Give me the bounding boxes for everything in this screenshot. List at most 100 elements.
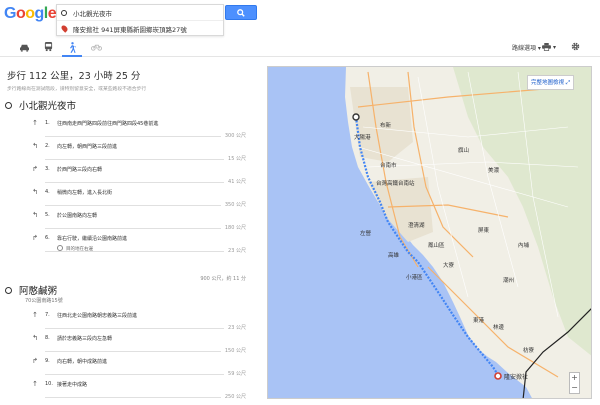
logo-letter: g (34, 5, 45, 22)
step-divider (45, 228, 246, 229)
step-divider (45, 397, 246, 398)
leg-total: 900 公尺，約 11 分 (200, 276, 246, 282)
map-place-label: 林邊 (493, 323, 505, 331)
direction-step[interactable]: ↑ 10. 接著走中成路 250 公尺 (31, 380, 246, 404)
map-view[interactable]: 大陽港 布新 台南市 台灣高鐵台南站 左營 澄清湖 高雄 小港區 鳳山區 大寮 屏東 潮州 東港 林邊 枋寮… (267, 66, 592, 399)
map-place-label: 台南市 (380, 161, 397, 169)
zoom-in-button[interactable]: + (570, 373, 579, 383)
step-divider (45, 159, 246, 160)
turn-arrow-icon: ↰ (32, 211, 38, 219)
route-options-button[interactable]: 路線選項 ▾ (512, 43, 541, 52)
step-distance: 23 公尺 (224, 247, 246, 254)
step-instruction: 向右轉，朝中成路前進 (57, 359, 108, 365)
destination-input[interactable]: 隆安掀社 941屏東縣新園鄉崁頂路27號 (73, 24, 187, 34)
map-place-label: 左營 (360, 229, 372, 237)
search-icon (237, 8, 245, 17)
route-start-marker[interactable] (352, 113, 360, 121)
step-instruction: 往西南走西門路四段前往西門路四段45巷前進 (57, 121, 159, 127)
map-place-label: 枋寮 (523, 346, 535, 354)
step-distance: 300 公尺 (220, 132, 246, 139)
map-place-label: 旗山 (458, 146, 469, 154)
map-canvas[interactable]: 大陽港 布新台南市台灣高鐵台南站左營 澄清湖高雄小港區 鳳山區大寮 屏東潮州東港林邊枋寮… (268, 67, 592, 399)
map-place-label: 東港 (473, 316, 485, 324)
destination-field[interactable]: 隆安掀社 941屏東縣新園鄉崁頂路27號 (57, 20, 223, 36)
origin-input[interactable]: 小北觀光夜市 (73, 8, 112, 18)
transit-icon (44, 42, 52, 52)
turn-arrow-icon: ↱ (32, 357, 38, 365)
turn-arrow-icon: ↰ (32, 142, 38, 150)
print-button[interactable]: ▾ (542, 43, 556, 51)
step-distance: 350 公尺 (220, 201, 246, 208)
step-number: 9. (45, 358, 50, 364)
step-instruction: 稍微向左轉，進入長北街 (57, 190, 113, 196)
logo-letter: o (25, 5, 35, 22)
direction-step[interactable]: ↱ 9. 向右轉，朝中成路前進 59 公尺 (31, 357, 246, 381)
destination-address: 70公園南路15號 (25, 298, 63, 304)
logo-letter: G (4, 5, 16, 22)
zoom-out-button[interactable]: − (570, 383, 579, 393)
step-divider (45, 136, 246, 137)
map-place-label: 小港區 (406, 273, 423, 281)
direction-step[interactable]: ↰ 2. 向左轉，朝西門路三段前進 15 公尺 (31, 142, 246, 166)
direction-step[interactable]: ↱ 3. 於西門路三段向右轉 41 公尺 (31, 165, 246, 189)
step-instruction: 於公園南路向左轉 (57, 213, 98, 219)
map-place-label: 高雄 (388, 251, 400, 259)
bike-mode-button[interactable] (89, 41, 103, 53)
map-place-label: 潮州 (503, 276, 514, 284)
step-instruction: 往西北走公園南路朝忠義路三段前進 (57, 313, 138, 319)
step-divider (45, 205, 246, 206)
print-caret: ▾ (553, 43, 557, 51)
origin-field[interactable]: 小北觀光夜市 (57, 5, 223, 20)
expand-icon: ⤢ (565, 80, 571, 86)
map-place-label: 屏東 (478, 226, 490, 234)
map-place-label: 台灣高鐵台南站 (376, 179, 415, 187)
car-mode-button[interactable] (17, 41, 31, 53)
direction-step[interactable]: ↰ 5. 於公園南路向左轉 180 公尺 (31, 211, 246, 235)
direction-step[interactable]: ↰ 4. 稍微向左轉，進入長北街 350 公尺 (31, 188, 246, 212)
bike-icon (90, 44, 102, 51)
turn-arrow-icon: ↑ (32, 311, 38, 319)
turn-arrow-icon: ↱ (32, 165, 38, 173)
fullscreen-map-button[interactable]: 完整地圖檢視 ⤢ (527, 75, 575, 90)
destination-marker-icon (5, 286, 12, 294)
step-instruction: 靠右行駛，繼續沿公園南路前進 (57, 236, 128, 242)
transit-mode-button[interactable] (41, 41, 55, 53)
direction-step[interactable]: ↱ 6. 靠右行駛，繼續沿公園南路前進 目的地在右邊 23 公尺 (31, 234, 246, 258)
direction-step[interactable]: ↰ 8. 請於忠義路三段向左急轉 150 公尺 (31, 334, 246, 358)
step-distance: 59 公尺 (224, 370, 246, 377)
search-button[interactable] (225, 5, 257, 20)
turn-arrow-icon: ↱ (32, 234, 38, 242)
origin-place-name: 小北觀光夜市 (19, 101, 77, 112)
step-divider (45, 251, 246, 252)
step-distance: 41 公尺 (224, 178, 246, 185)
map-place-label: 大陽港 (354, 133, 371, 141)
map-place-label: 大寮 (443, 261, 455, 269)
step-number: 5. (45, 212, 50, 218)
map-place-label: 澄清湖 (408, 221, 425, 229)
step-instruction: 接著走中成路 (57, 382, 88, 388)
step-number: 4. (45, 189, 50, 195)
direction-step[interactable]: ↑ 1. 往西南走西門路四段前往西門路四段45巷前進 300 公尺 (31, 119, 246, 143)
destination-map-label: 隆安掀社 (504, 373, 528, 381)
step-distance: 250 公尺 (220, 393, 246, 400)
walking-warning: 步行路線尚在測試階段，請特別留意安全，或某些路段不適合步行 (7, 87, 147, 92)
turn-arrow-icon: ↑ (32, 380, 38, 388)
step-number: 8. (45, 335, 50, 341)
origin-place: 小北觀光夜市 (5, 98, 76, 112)
step-number: 2. (45, 143, 50, 149)
step-distance: 23 公尺 (224, 324, 246, 331)
walk-mode-button[interactable] (62, 41, 82, 57)
gear-icon[interactable] (571, 42, 580, 51)
travel-mode-bar (0, 38, 600, 57)
step-instruction: 向左轉，朝西門路三段前進 (57, 144, 118, 150)
step-number: 7. (45, 312, 50, 318)
step-number: 10. (45, 381, 53, 387)
destination-pin-icon (60, 24, 69, 33)
route-end-marker[interactable] (494, 372, 502, 380)
printer-icon (542, 43, 551, 51)
direction-step[interactable]: ↑ 7. 往西北走公園南路朝忠義路三段前進 23 公尺 (31, 311, 246, 335)
step-divider (45, 182, 246, 183)
map-place-label: 鳳山區 (428, 241, 445, 249)
google-logo[interactable]: Google (4, 5, 57, 23)
turn-arrow-icon: ↑ (32, 119, 38, 127)
